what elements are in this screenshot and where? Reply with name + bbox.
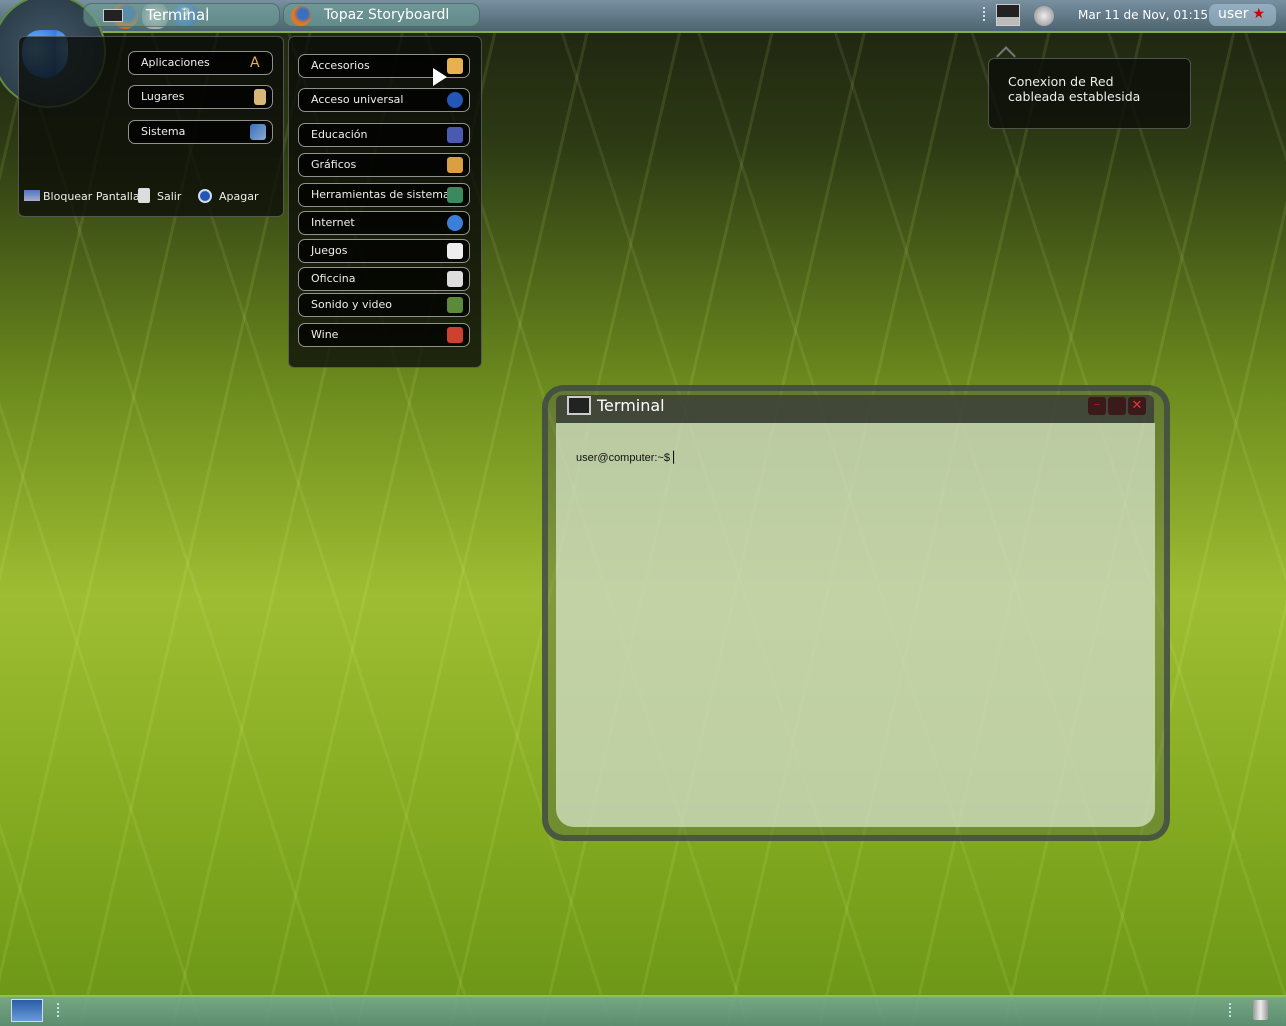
menu-label: Oficcina: [311, 272, 356, 285]
maximize-button[interactable]: [1108, 397, 1126, 415]
notification-text: Conexion de Red cableada establesida: [1008, 74, 1141, 104]
submenu-sound-video[interactable]: Sonido y video: [298, 293, 470, 317]
menu-label: Gráficos: [311, 158, 357, 171]
menu-label: Accesorios: [311, 59, 370, 72]
logout-button[interactable]: Salir: [157, 190, 181, 203]
submenu-system-tools[interactable]: Herramientas de sistema: [298, 183, 470, 207]
wine-icon: [447, 327, 463, 343]
education-icon: [447, 127, 463, 143]
system-tools-icon: [447, 187, 463, 203]
network-icon[interactable]: [996, 4, 1020, 26]
menu-system[interactable]: Sistema: [128, 120, 273, 144]
logout-icon: [138, 188, 150, 203]
submenu-universal-access[interactable]: Acceso universal: [298, 88, 470, 112]
menu-label: Internet: [311, 216, 355, 229]
minimize-button[interactable]: –: [1088, 397, 1106, 415]
user-label: user: [1218, 6, 1249, 22]
terminal-icon: [567, 396, 591, 415]
volume-icon[interactable]: [1034, 6, 1054, 26]
lock-screen-button[interactable]: Bloquear Pantalla: [43, 190, 140, 203]
terminal-content[interactable]: [556, 423, 1155, 827]
menu-label: Sonido y video: [311, 298, 393, 311]
menu-label: Educación: [311, 128, 368, 141]
menu-applications[interactable]: Aplicaciones A: [128, 51, 273, 75]
task-terminal[interactable]: Terminal: [83, 3, 280, 27]
applications-icon: A: [250, 55, 260, 71]
menu-label: Juegos: [311, 244, 348, 257]
task-label: Topaz Storyboardl: [324, 7, 450, 23]
internet-icon: [447, 215, 463, 231]
games-icon: [447, 243, 463, 259]
office-icon: [447, 271, 463, 287]
firefox-icon: [291, 6, 311, 26]
submenu-education[interactable]: Educación: [298, 123, 470, 147]
task-label: Terminal: [146, 6, 210, 24]
user-menu-button[interactable]: user ★: [1209, 4, 1276, 26]
clock[interactable]: Mar 11 de Nov, 01:15: [1078, 8, 1208, 22]
places-icon: [254, 89, 266, 105]
menu-label: Lugares: [141, 90, 185, 103]
panel-separator: [983, 7, 985, 21]
accessories-icon: [447, 58, 463, 74]
menu-places[interactable]: Lugares: [128, 85, 273, 109]
user-icon: ★: [1252, 6, 1266, 22]
submenu-internet[interactable]: Internet: [298, 211, 470, 235]
terminal-icon: [103, 9, 123, 22]
system-icon: [250, 124, 266, 140]
close-button[interactable]: ✕: [1128, 397, 1146, 415]
universal-access-icon: [447, 92, 463, 108]
trash-icon[interactable]: [1253, 1000, 1268, 1020]
menu-label: Sistema: [141, 125, 186, 138]
panel-separator: [57, 1003, 59, 1017]
sound-video-icon: [447, 297, 463, 313]
lock-screen-icon: [24, 190, 40, 201]
terminal-prompt: user@computer:~$ ▏: [576, 452, 682, 464]
panel-separator: [1229, 1003, 1231, 1017]
submenu-graphics[interactable]: Gráficos: [298, 153, 470, 177]
submenu-games[interactable]: Juegos: [298, 239, 470, 263]
bottom-panel: [0, 995, 1286, 1026]
graphics-icon: [447, 157, 463, 173]
notification-bubble[interactable]: Conexion de Red cableada establesida: [988, 58, 1191, 129]
menu-label: Aplicaciones: [141, 56, 210, 69]
menu-label: Wine: [311, 328, 339, 341]
menu-label: Acceso universal: [311, 93, 404, 106]
submenu-wine[interactable]: Wine: [298, 323, 470, 347]
task-topaz-storyboard[interactable]: Topaz Storyboardl: [283, 3, 480, 27]
window-title: Terminal: [597, 396, 665, 415]
shutdown-icon: [198, 189, 212, 203]
shutdown-button[interactable]: Apagar: [219, 190, 259, 203]
menu-label: Herramientas de sistema: [311, 188, 450, 201]
mouse-cursor: [433, 68, 447, 86]
submenu-office[interactable]: Oficcina: [298, 267, 470, 291]
show-desktop-button[interactable]: [11, 999, 43, 1022]
